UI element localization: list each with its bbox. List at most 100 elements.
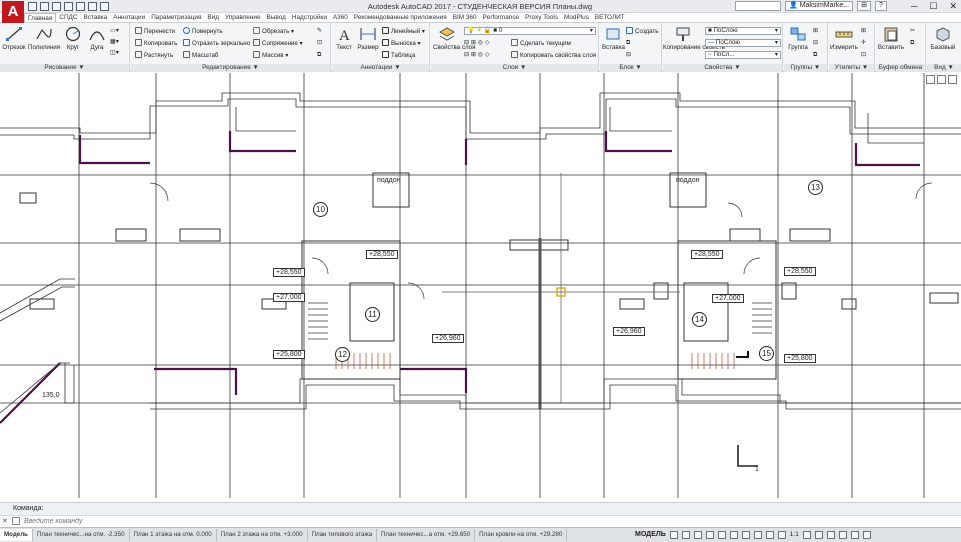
panel-utilities-label[interactable]: Утилиты ▼ (829, 64, 874, 72)
leader-button[interactable]: Выноска ▾ (382, 39, 421, 48)
tab-vetolit[interactable]: ВЕТОЛИТ (592, 13, 628, 22)
layout-tab[interactable]: План техничес...а отм. +29.650 (377, 529, 476, 541)
match-layer-button[interactable]: Копировать свойства слоя (511, 51, 596, 60)
copy-clip-icon[interactable]: ⧉ (910, 39, 914, 47)
scale-button[interactable]: Масштаб (183, 51, 218, 60)
color-dropdown[interactable]: ■ ПоСлою ▾ (705, 27, 781, 35)
hardware-acceleration-icon[interactable] (838, 531, 847, 539)
ortho-icon[interactable] (693, 531, 702, 539)
transparency-icon[interactable] (753, 531, 762, 539)
close-icon[interactable]: ✕ (2, 517, 8, 525)
circle-button[interactable]: Круг (62, 26, 84, 51)
help-icon[interactable]: ? (874, 1, 887, 11)
panel-annotation-label[interactable]: Аннотации ▼ (332, 64, 429, 72)
tab-output[interactable]: Вывод (264, 13, 289, 22)
line-button[interactable]: Отрезок (2, 26, 26, 51)
tab-home[interactable]: Главная (24, 13, 57, 22)
text-button[interactable]: A Текст (334, 26, 354, 51)
tab-addins[interactable]: Надстройки (289, 13, 330, 22)
explode-icon[interactable]: ⊡ (317, 39, 322, 47)
tab-spds[interactable]: СПДС (56, 13, 80, 22)
mirror-button[interactable]: Отразить зеркально (183, 39, 250, 48)
arc-button[interactable]: Дуга (86, 26, 108, 51)
autocad-logo-icon[interactable]: A (2, 1, 24, 23)
measure-button[interactable]: Измерить (829, 26, 859, 51)
group-edit-icon[interactable]: ⊟ (813, 39, 818, 47)
layer-tools-row1[interactable]: ⊟ ⊞ ◎ ◇ (464, 39, 490, 47)
save-as-icon[interactable] (64, 2, 73, 11)
osnap-icon[interactable] (717, 531, 726, 539)
copy-button[interactable]: Копировать (135, 39, 177, 48)
workspace-gear-icon[interactable] (802, 531, 811, 539)
tab-view[interactable]: Вид (204, 13, 222, 22)
table-button[interactable]: Таблица (382, 51, 415, 60)
panel-clipboard-label[interactable]: Буфер обмена (876, 64, 925, 72)
cut-icon[interactable]: ✂ (910, 27, 915, 35)
panel-layers-label[interactable]: Слои ▼ (431, 64, 598, 72)
select-all-icon[interactable]: ⊡ (861, 51, 866, 59)
selection-cycling-icon[interactable] (765, 531, 774, 539)
viewport-restore-icon[interactable] (937, 75, 946, 84)
panel-draw-label[interactable]: Рисование ▼ (0, 64, 129, 72)
layout-tab-model[interactable]: Модель (0, 529, 33, 541)
tab-proxy-tools[interactable]: Proxy Tools (522, 13, 561, 22)
drawing-canvas[interactable]: 1 поддон поддон 10 11 12 13 14 15 +28,55… (0, 73, 961, 498)
layout-tab[interactable]: План типового этажа (308, 529, 378, 541)
base-view-button[interactable]: Базовый (927, 26, 959, 51)
viewport-minimize-icon[interactable] (926, 75, 935, 84)
viewport-close-icon[interactable] (948, 75, 957, 84)
minimize-button[interactable]: ─ (911, 0, 917, 12)
layout-tab[interactable]: План 1 этажа на отм. 0.000 (130, 529, 217, 541)
fillet-button[interactable]: Сопряжение ▾ (253, 39, 303, 48)
lineweight-dropdown[interactable]: ― ПоСлою ▾ (705, 39, 781, 47)
rotate-button[interactable]: Повернуть (183, 27, 223, 36)
tab-insert[interactable]: Вставка (80, 13, 110, 22)
ungroup-icon[interactable]: ⊞ (813, 27, 818, 35)
redo-icon[interactable] (100, 2, 109, 11)
tab-annotate[interactable]: Аннотации (110, 13, 148, 22)
match-properties-button[interactable]: Копирование свойств (663, 26, 725, 51)
polar-icon[interactable] (705, 531, 714, 539)
hatch-icon[interactable]: ▦▾ (110, 38, 119, 46)
linear-button[interactable]: Линейный ▾ (382, 27, 425, 36)
layout-tab[interactable]: План кровли на отм. +29.280 (475, 529, 568, 541)
tab-bim360[interactable]: BIM 360 (450, 13, 480, 22)
array-button[interactable]: Массив ▾ (253, 51, 288, 60)
edit-block-icon[interactable]: ⧉ (626, 39, 630, 47)
panel-modify-label[interactable]: Редактирование ▼ (131, 64, 330, 72)
gradient-icon[interactable]: ◫▾ (110, 49, 119, 57)
move-button[interactable]: Перенести (135, 27, 175, 36)
panel-block-label[interactable]: Блок ▼ (600, 64, 661, 72)
id-point-icon[interactable]: ✛ (861, 39, 866, 47)
lineweight-toggle-icon[interactable] (741, 531, 750, 539)
panel-properties-label[interactable]: Свойства ▼ (663, 64, 782, 72)
command-prompt-icon[interactable] (12, 517, 20, 525)
tab-featured-apps[interactable]: Рекомендованные приложения (351, 13, 450, 22)
otrack-icon[interactable] (729, 531, 738, 539)
linetype-dropdown[interactable]: ┄ ПоСл... ▾ (705, 51, 781, 59)
annotation-scale[interactable]: 1:1 (790, 529, 799, 541)
panel-groups-label[interactable]: Группы ▼ (784, 64, 827, 72)
plus-icon[interactable] (814, 531, 823, 539)
command-input[interactable] (24, 516, 724, 526)
tab-manage[interactable]: Управление (222, 13, 264, 22)
attribute-icon[interactable]: ⊟ (626, 51, 631, 59)
layout-tab[interactable]: План техничес...на отм. -2.350 (33, 529, 130, 541)
paste-button[interactable]: Вставить (876, 26, 906, 51)
model-space-toggle[interactable]: МОДЕЛЬ (635, 529, 666, 541)
group-select-icon[interactable]: ⧉ (813, 51, 817, 59)
tab-performance[interactable]: Performance (480, 13, 523, 22)
tab-a360[interactable]: A360 (330, 13, 351, 22)
erase-icon[interactable]: ✎ (317, 27, 322, 35)
maximize-button[interactable]: ☐ (929, 0, 937, 12)
make-current-button[interactable]: Сделать текущим (511, 39, 571, 48)
clean-screen-icon[interactable] (850, 531, 859, 539)
cart-icon[interactable]: ⊞ (857, 1, 871, 11)
trim-button[interactable]: Обрезать ▾ (253, 27, 294, 36)
insert-block-button[interactable]: Вставка (602, 26, 625, 51)
rectangle-icon[interactable]: ▭▾ (110, 27, 119, 35)
stretch-button[interactable]: Растянуть (135, 51, 173, 60)
layer-tools-row2[interactable]: ⊟ ⊞ ◎ ◇ (464, 51, 490, 59)
isolate-icon[interactable] (826, 531, 835, 539)
print-icon[interactable] (76, 2, 85, 11)
